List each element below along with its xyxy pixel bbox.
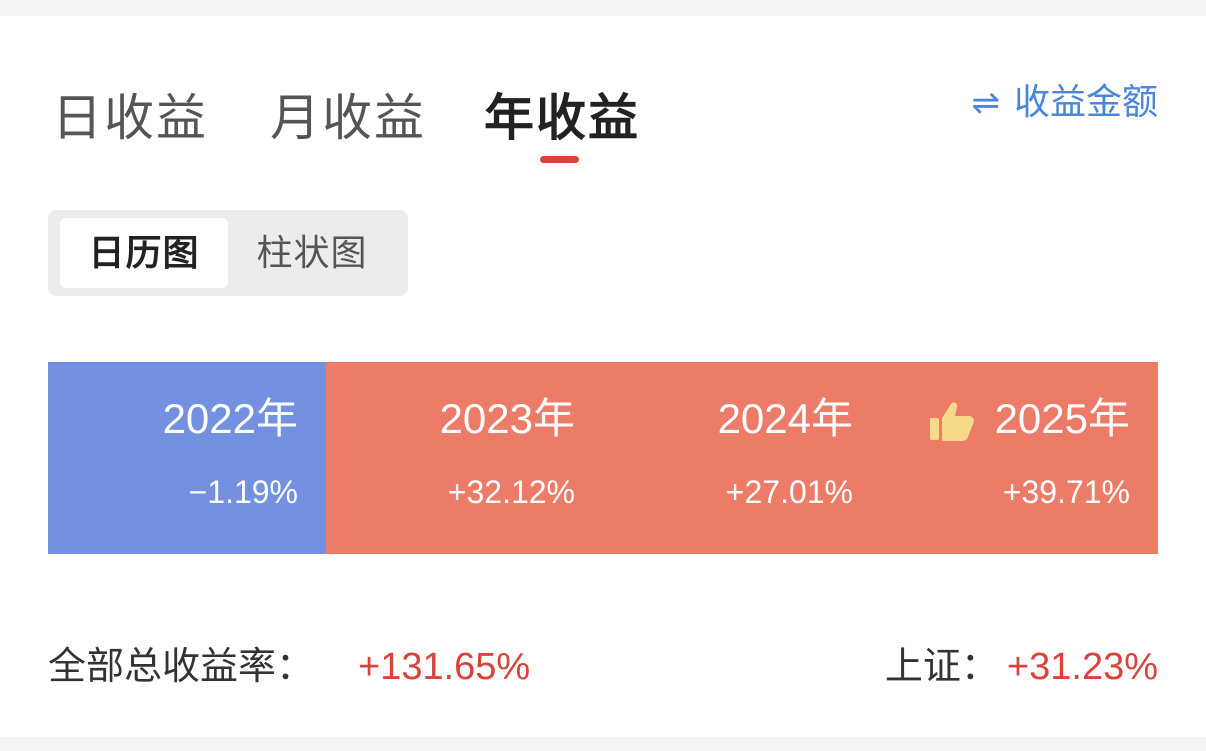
year-return: −1.19% [188,474,298,510]
swap-arrows-icon: ⇌ [971,84,1000,122]
year-cell-2024[interactable]: 2024年 +27.01% [603,362,881,554]
total-return-value: +131.65% [358,646,531,688]
yearly-returns-calendar: 2022年 −1.19% 2023年 +32.12% 2024年 +27.01%… [48,362,1158,554]
tab-monthly-returns[interactable]: 月收益 [270,86,426,150]
thumbs-up-icon [930,402,974,441]
tab-daily-returns[interactable]: 日收益 [52,86,208,150]
year-cell-2025[interactable]: 2025年 +39.71% [881,362,1158,554]
year-cell-2022[interactable]: 2022年 −1.19% [48,362,326,554]
index-value: +31.23% [1006,646,1158,688]
year-return: +32.12% [447,474,575,510]
active-tab-indicator [540,156,579,163]
toggle-amount-label: 收益金额 [1013,81,1158,122]
view-toggle: 日历图 柱状图 [48,210,408,296]
year-return: +39.71% [1002,474,1130,510]
tab-yearly-returns[interactable]: 年收益 [484,86,640,150]
year-return: +27.01% [725,474,853,510]
returns-card: 日收益 月收益 年收益 ⇌ 收益金额 日历图 柱状图 2022年 −1.19% 2… [0,16,1206,737]
calendar-view-button[interactable]: 日历图 [60,218,228,288]
year-label: 2022年 [162,395,298,442]
toggle-amount-button[interactable]: ⇌ 收益金额 [971,81,1158,123]
index-benchmark: 上证： +31.23% [885,644,1158,690]
bar-view-button[interactable]: 柱状图 [228,218,396,288]
total-return-label: 全部总收益率： [48,646,315,688]
year-label: 2025年 [994,395,1130,442]
year-label: 2024年 [717,395,853,442]
year-label: 2023年 [439,395,575,442]
index-label: 上证： [884,646,999,688]
year-cell-2023[interactable]: 2023年 +32.12% [326,362,603,554]
